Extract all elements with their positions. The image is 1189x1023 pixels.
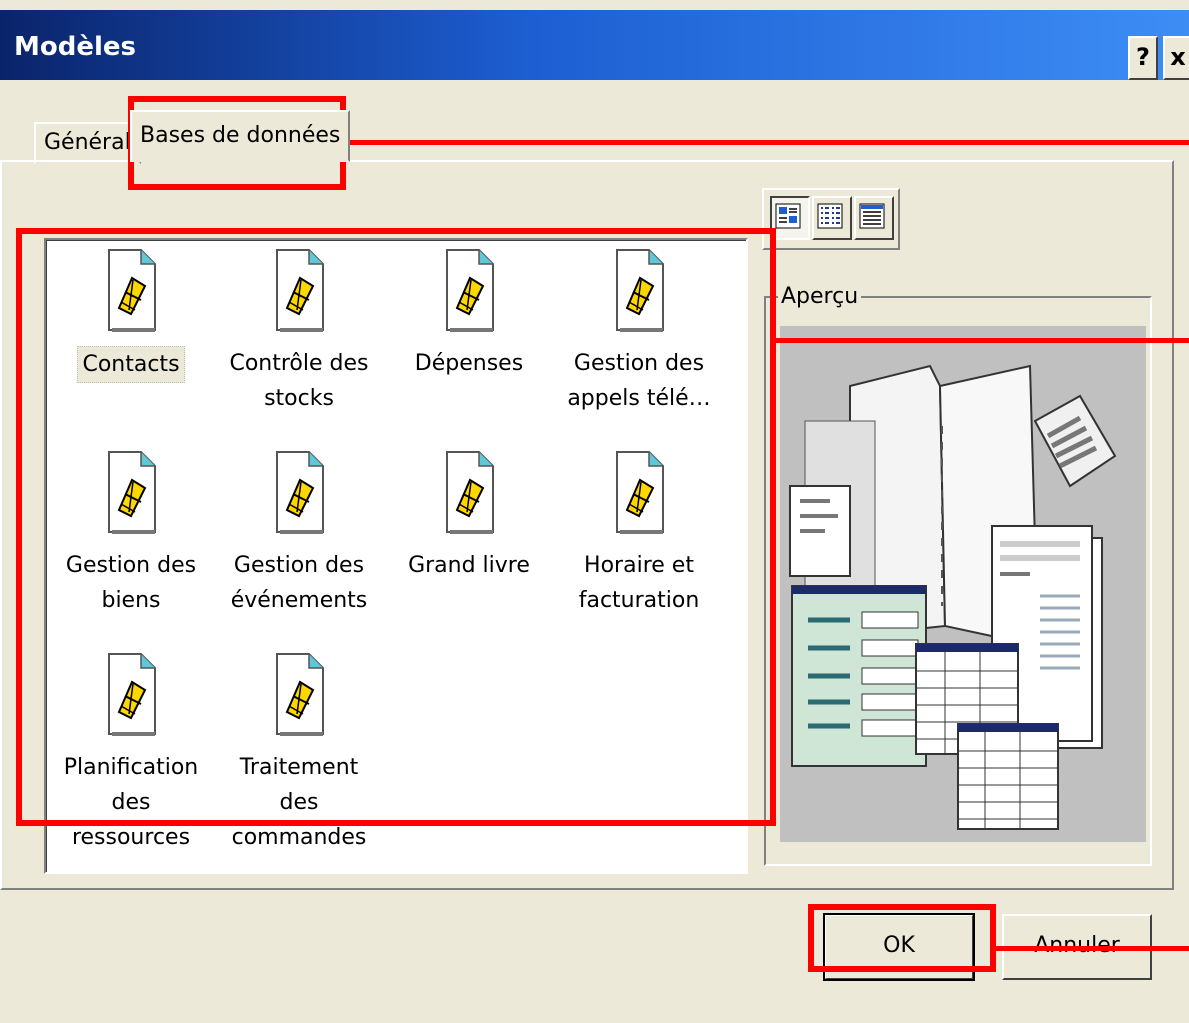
- close-button[interactable]: x: [1163, 36, 1189, 80]
- template-item-resource-planning[interactable]: Planification des ressources: [46, 652, 216, 855]
- help-button[interactable]: ?: [1128, 36, 1158, 80]
- database-template-icon: [108, 249, 156, 332]
- template-label: Gestion des appels télé…: [567, 351, 711, 411]
- template-item-general-ledger[interactable]: Grand livre: [384, 450, 554, 583]
- database-template-icon: [276, 249, 324, 332]
- template-label: Grand livre: [408, 553, 530, 578]
- template-label: Planification des ressources: [63, 755, 199, 850]
- highlight-ok-line: [996, 946, 1189, 951]
- template-label: Gestion des biens: [65, 553, 197, 613]
- template-item-expenses[interactable]: Dépenses: [384, 248, 554, 381]
- window-title: Modèles: [14, 32, 137, 62]
- tab-databases[interactable]: Bases de données: [130, 110, 351, 162]
- template-label: Gestion des événements: [230, 553, 368, 613]
- preview-label: Aperçu: [778, 284, 862, 309]
- database-template-icon: [616, 451, 664, 534]
- templates-dialog: Modèles ? x Général Bases de données Con…: [0, 0, 1189, 1023]
- database-template-icon: [276, 653, 324, 736]
- highlight-list-line: [776, 338, 1189, 343]
- details-view-icon: [859, 203, 885, 229]
- highlight-tab-line: [346, 140, 1189, 145]
- database-template-icon: [446, 451, 494, 534]
- template-item-asset-management[interactable]: Gestion des biens: [46, 450, 216, 618]
- preview-image: [780, 326, 1146, 842]
- template-item-stock-control[interactable]: Contrôle des stocks: [214, 248, 384, 416]
- database-template-icon: [276, 451, 324, 534]
- view-mode-toolbar: [762, 188, 900, 250]
- template-label: Contacts: [77, 346, 185, 383]
- template-label: Traitement des commandes: [231, 755, 367, 850]
- template-item-time-billing[interactable]: Horaire et facturation: [554, 450, 724, 618]
- template-label: Contrôle des stocks: [229, 351, 369, 411]
- list-view-button[interactable]: [812, 196, 852, 240]
- list-view-icon: [817, 203, 843, 229]
- template-label: Dépenses: [414, 351, 524, 376]
- template-list[interactable]: Contacts Contrôle des stocks Dépenses Ges…: [44, 238, 748, 874]
- database-preview-illustration: [789, 364, 1117, 830]
- large-icons-view-button[interactable]: [770, 196, 810, 240]
- template-item-contacts[interactable]: Contacts: [46, 248, 216, 383]
- ok-button[interactable]: OK: [823, 913, 975, 981]
- large-icons-view-icon: [775, 203, 801, 229]
- template-item-order-processing[interactable]: Traitement des commandes: [214, 652, 384, 855]
- template-label: Horaire et facturation: [578, 553, 700, 613]
- template-item-event-management[interactable]: Gestion des événements: [214, 450, 384, 618]
- details-view-button[interactable]: [854, 196, 894, 240]
- database-template-icon: [108, 653, 156, 736]
- template-item-call-management[interactable]: Gestion des appels télé…: [554, 248, 724, 416]
- tab-general[interactable]: Général: [34, 122, 141, 164]
- database-template-icon: [446, 249, 494, 332]
- database-template-icon: [616, 249, 664, 332]
- title-bar: Modèles ? x: [0, 10, 1189, 80]
- database-template-icon: [108, 451, 156, 534]
